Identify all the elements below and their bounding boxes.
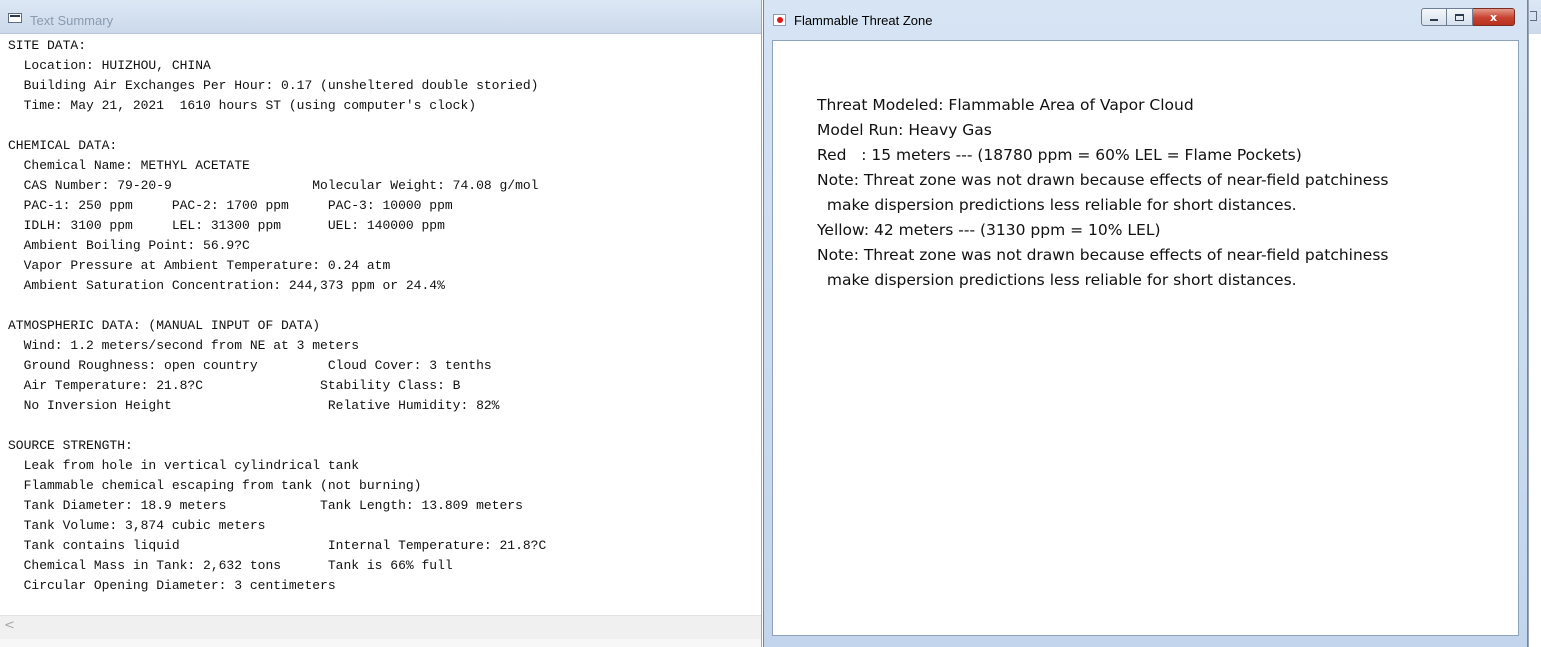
threat-zone-window: Flammable Threat Zone x Threat Modeled: … — [763, 0, 1528, 647]
threat-zone-titlebar[interactable]: Flammable Threat Zone x — [764, 0, 1527, 40]
text-summary-titlebar[interactable]: Text Summary — [0, 0, 761, 34]
maximize-icon — [1455, 13, 1464, 21]
summary-line: Tank contains liquid Internal Temperatur… — [8, 538, 547, 553]
summary-line: Building Air Exchanges Per Hour: 0.17 (u… — [8, 78, 539, 93]
threat-line: make dispersion predictions less reliabl… — [817, 196, 1297, 214]
summary-line: Ground Roughness: open country Cloud Cov… — [8, 358, 492, 373]
text-summary-window: Text Summary SITE DATA: Location: HUIZHO… — [0, 0, 762, 647]
summary-line: Air Temperature: 21.8?C Stability Class:… — [8, 378, 461, 393]
threat-line: Model Run: Heavy Gas — [817, 121, 992, 139]
summary-line: Ambient Boiling Point: 56.9?C — [8, 238, 250, 253]
threat-line: Yellow: 42 meters --- (3130 ppm = 10% LE… — [817, 221, 1161, 239]
window-controls: x — [1421, 8, 1515, 28]
text-summary-content[interactable]: SITE DATA: Location: HUIZHOU, CHINA Buil… — [0, 34, 761, 615]
threat-line: Note: Threat zone was not drawn because … — [817, 171, 1389, 189]
maximize-button[interactable] — [1447, 8, 1473, 26]
summary-line: Time: May 21, 2021 1610 hours ST (using … — [8, 98, 477, 113]
threat-zone-title: Flammable Threat Zone — [794, 13, 933, 28]
horizontal-scrollbar[interactable]: < — [0, 615, 761, 639]
summary-line: Ambient Saturation Concentration: 244,37… — [8, 278, 445, 293]
summary-line: SOURCE STRENGTH: — [8, 438, 133, 453]
summary-line: Tank Volume: 3,874 cubic meters — [8, 518, 266, 533]
summary-line: IDLH: 3100 ppm LEL: 31300 ppm UEL: 14000… — [8, 218, 445, 233]
summary-line: CHEMICAL DATA: — [8, 138, 118, 153]
window-edge-icon — [1530, 11, 1537, 21]
text-summary-title: Text Summary — [30, 13, 114, 28]
threat-zone-content: Threat Modeled: Flammable Area of Vapor … — [772, 40, 1519, 636]
minimize-icon — [1430, 18, 1438, 21]
summary-line: Circular Opening Diameter: 3 centimeters — [8, 578, 336, 593]
summary-line: Leak from hole in vertical cylindrical t… — [8, 458, 360, 473]
threat-line: Red : 15 meters --- (18780 ppm = 60% LEL… — [817, 146, 1302, 164]
summary-line: Chemical Name: METHYL ACETATE — [8, 158, 250, 173]
summary-line: No Inversion Height Relative Humidity: 8… — [8, 398, 500, 413]
summary-line: CAS Number: 79-20-9 Molecular Weight: 74… — [8, 178, 539, 193]
document-window-icon — [8, 13, 22, 23]
threat-zone-app-icon — [773, 14, 786, 26]
window-bottom-edge — [0, 639, 761, 647]
minimize-button[interactable] — [1421, 8, 1447, 26]
summary-line: Vapor Pressure at Ambient Temperature: 0… — [8, 258, 391, 273]
summary-line: Location: HUIZHOU, CHINA — [8, 58, 211, 73]
background-window-edge[interactable] — [1528, 0, 1541, 647]
summary-line: Chemical Mass in Tank: 2,632 tons Tank i… — [8, 558, 453, 573]
background-window-titlebar[interactable] — [1529, 0, 1541, 34]
close-icon: x — [1489, 10, 1498, 24]
scroll-left-icon[interactable]: < — [4, 618, 15, 633]
summary-line: PAC-1: 250 ppm PAC-2: 1700 ppm PAC-3: 10… — [8, 198, 453, 213]
summary-line: Flammable chemical escaping from tank (n… — [8, 478, 422, 493]
close-button[interactable]: x — [1473, 8, 1515, 26]
threat-line: make dispersion predictions less reliabl… — [817, 271, 1297, 289]
summary-line: SITE DATA: — [8, 38, 87, 53]
threat-line: Threat Modeled: Flammable Area of Vapor … — [817, 96, 1194, 114]
threat-line: Note: Threat zone was not drawn because … — [817, 246, 1389, 264]
summary-line: Wind: 1.2 meters/second from NE at 3 met… — [8, 338, 360, 353]
summary-line: Tank Diameter: 18.9 meters Tank Length: … — [8, 498, 523, 513]
summary-line: ATMOSPHERIC DATA: (MANUAL INPUT OF DATA) — [8, 318, 321, 333]
